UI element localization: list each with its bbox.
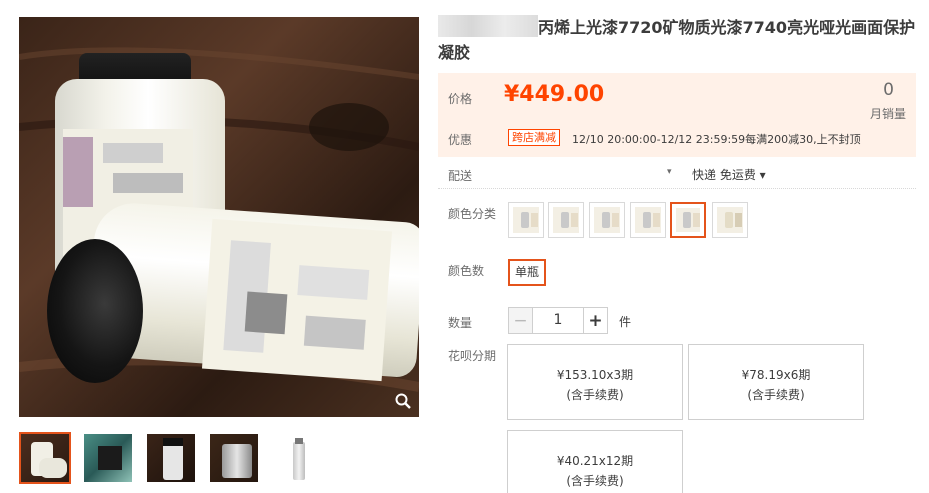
price-panel: 价格 ¥449.00 0 月销量 优惠 跨店满减 12/10 20:00:00-…: [438, 73, 916, 157]
thumbnail-3[interactable]: [145, 432, 197, 484]
quantity-input[interactable]: 1: [532, 307, 584, 334]
color-count-label: 颜色数: [448, 264, 485, 278]
jar-label-blurred: [201, 218, 393, 382]
installment-fee: (含手续费): [747, 388, 805, 402]
installment-option-6[interactable]: ¥78.19x6期 (含手续费): [688, 344, 864, 420]
magnifier-icon[interactable]: [393, 391, 413, 411]
installment-amount: ¥78.19x6期: [741, 368, 811, 382]
color-swatch[interactable]: [630, 202, 666, 238]
jar-lid: [47, 239, 143, 383]
shipping-row: 配送 ▾ 快递 免运费 ▾: [438, 163, 916, 189]
color-swatch-selected[interactable]: [670, 202, 706, 238]
installment-option-12[interactable]: ¥40.21x12期 (含手续费): [507, 430, 683, 493]
price-label: 价格: [448, 92, 473, 106]
color-swatch[interactable]: [712, 202, 748, 238]
installment-amount: ¥40.21x12期: [556, 454, 634, 468]
installment-fee: (含手续费): [566, 474, 624, 488]
quantity-label: 数量: [448, 316, 473, 330]
promotion-text: 12/10 20:00:00-12/12 23:59:59每满200减30,上不…: [572, 133, 861, 146]
shipping-method-dropdown[interactable]: 快递 免运费 ▾: [692, 166, 766, 183]
installment-label: 花呗分期: [448, 349, 497, 363]
thumbnail-strip: [19, 432, 419, 486]
monthly-sales-label: 月销量: [869, 107, 906, 121]
color-swatch[interactable]: [548, 202, 584, 238]
shipping-label: 配送: [448, 169, 473, 183]
product-title: 丙烯上光漆7720矿物质光漆7740亮光哑光画面保护凝胶: [438, 18, 916, 62]
option-single-bottle[interactable]: 单瓶: [508, 259, 547, 286]
color-category-label: 颜色分类: [448, 207, 497, 221]
thumbnail-1[interactable]: [19, 432, 71, 484]
installment-option-3[interactable]: ¥153.10x3期 (含手续费): [507, 344, 683, 420]
price-value: ¥449.00: [504, 82, 605, 107]
thumbnail-2[interactable]: [82, 432, 134, 484]
monthly-sales-count: 0: [883, 80, 894, 100]
installment-fee: (含手续费): [566, 388, 624, 402]
promotion-badge: 跨店满减: [508, 129, 560, 146]
chevron-down-icon[interactable]: ▾: [667, 167, 672, 177]
thumbnail-4[interactable]: [208, 432, 260, 484]
thumbnail-5[interactable]: [271, 432, 323, 484]
color-swatch[interactable]: [508, 202, 544, 238]
installment-amount: ¥153.10x3期: [556, 368, 634, 382]
color-swatch[interactable]: [589, 202, 625, 238]
main-product-image[interactable]: [19, 17, 419, 417]
quantity-unit: 件: [619, 315, 632, 329]
quantity-increase-button[interactable]: +: [583, 307, 608, 334]
quantity-decrease-button[interactable]: −: [508, 307, 533, 334]
promotion-label: 优惠: [448, 133, 473, 147]
